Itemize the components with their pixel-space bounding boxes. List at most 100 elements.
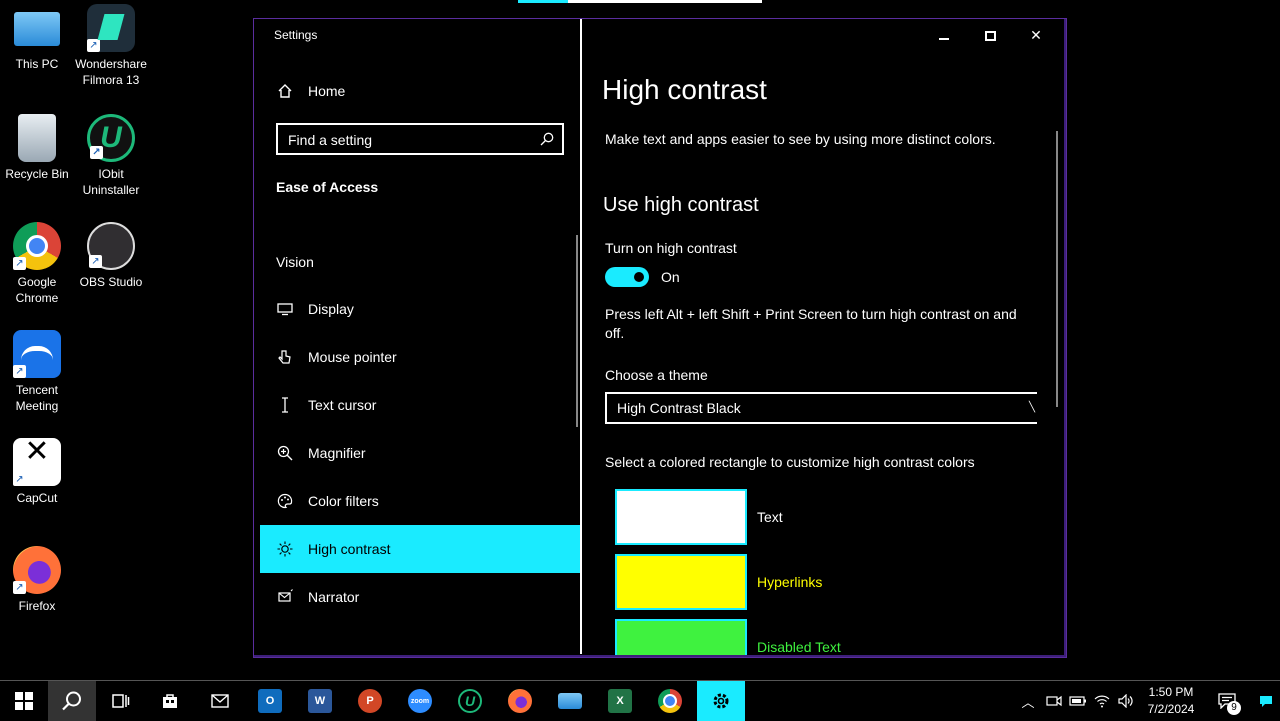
taskbar-store[interactable] <box>146 681 194 721</box>
tray-network[interactable] <box>1090 681 1114 721</box>
store-icon <box>158 689 182 713</box>
settings-content: High contrast Make text and apps easier … <box>582 19 1066 655</box>
desktop-icon-recycle-bin[interactable]: Recycle Bin <box>0 114 74 182</box>
desktop-icon-chrome[interactable]: ↗ Google Chrome <box>0 222 74 306</box>
hyperlinks-color-swatch[interactable] <box>615 554 747 610</box>
page-description: Make text and apps easier to see by usin… <box>605 131 996 147</box>
desktop-icon-label: Firefox <box>18 599 56 613</box>
desktop-icon-tencent-meeting[interactable]: ↗ Tencent Meeting <box>0 330 74 414</box>
search-input[interactable] <box>286 129 530 151</box>
search-icon <box>538 130 556 148</box>
taskbar-clock[interactable]: 1:50 PM 7/2/2024 <box>1140 684 1202 718</box>
swatch-row-text[interactable]: Text <box>615 489 783 545</box>
desktop-icon-firefox[interactable]: ↗ Firefox <box>0 546 74 614</box>
taskbar-word[interactable]: W <box>296 681 344 721</box>
desktop-icon-label: CapCut <box>16 491 58 505</box>
text-cursor-icon <box>276 396 294 414</box>
taskbar-search-button[interactable] <box>48 681 96 721</box>
start-button[interactable] <box>0 681 48 721</box>
tray-volume[interactable] <box>1114 681 1138 721</box>
word-icon: W <box>308 689 332 713</box>
obs-icon: ↗ <box>87 222 135 270</box>
text-color-swatch[interactable] <box>615 489 747 545</box>
nav-section-title: Ease of Access <box>276 179 379 195</box>
desktop-icon-iobit[interactable]: U ↗ IObit Uninstaller <box>74 114 148 198</box>
task-view-icon <box>112 694 130 708</box>
swatches-label: Select a colored rectangle to customize … <box>605 454 975 470</box>
taskbar-excel[interactable]: X <box>596 681 644 721</box>
background-window-edge <box>518 0 762 3</box>
taskbar-network-app[interactable] <box>546 681 594 721</box>
taskbar-chrome[interactable] <box>646 681 694 721</box>
taskbar-powerpoint[interactable]: P <box>346 681 394 721</box>
settings-icon <box>713 693 729 709</box>
section-title: Use high contrast <box>603 194 759 216</box>
show-desktop-button[interactable] <box>1256 681 1276 721</box>
iobit-icon: U ↗ <box>87 114 135 162</box>
swatch-label: Text <box>757 509 783 525</box>
zoom-icon: zoom <box>408 689 432 713</box>
meet-now-icon <box>1046 695 1062 707</box>
taskbar-mail[interactable] <box>196 681 244 721</box>
tray-battery[interactable] <box>1066 681 1090 721</box>
sidebar-item-mouse-pointer[interactable]: Mouse pointer <box>260 333 580 381</box>
chat-icon <box>1260 696 1272 707</box>
desktop-icon-label: Wondershare Filmora 13 <box>75 57 147 87</box>
nav-home-label: Home <box>308 83 346 99</box>
sidebar-item-magnifier[interactable]: Magnifier <box>260 429 580 477</box>
tray-meet[interactable] <box>1042 681 1066 721</box>
chevron-up-icon: ︿ <box>1021 694 1035 710</box>
desktop-icon-filmora[interactable]: ↗ Wondershare Filmora 13 <box>74 4 148 88</box>
clock-date: 7/2/2024 <box>1147 702 1195 716</box>
sidebar-item-label: Narrator <box>308 589 360 605</box>
swatch-row-hyperlinks[interactable]: Hyperlinks <box>615 554 822 610</box>
content-scrollbar[interactable] <box>1056 131 1058 407</box>
sidebar-item-label: Display <box>308 301 354 317</box>
disabled-text-color-swatch[interactable] <box>615 619 747 655</box>
start-icon <box>15 692 33 710</box>
desktop-icon-label: Tencent Meeting <box>15 383 59 413</box>
sidebar-item-narrator[interactable]: Narrator <box>260 573 580 621</box>
this-pc-icon <box>14 12 60 46</box>
taskbar-zoom[interactable]: zoom <box>396 681 444 721</box>
mouse-pointer-icon <box>276 348 294 366</box>
theme-dropdown[interactable]: High Contrast Black ╲ <box>605 392 1037 424</box>
taskbar-firefox[interactable] <box>496 681 544 721</box>
task-view-button[interactable] <box>96 681 144 721</box>
desktop-icon-label: Recycle Bin <box>5 167 69 181</box>
nav-home[interactable]: Home <box>276 82 345 100</box>
taskbar-outlook[interactable]: O <box>246 681 294 721</box>
sidebar-item-display[interactable]: Display <box>260 285 580 333</box>
outlook-icon: O <box>258 689 282 713</box>
color-filters-icon <box>276 492 294 510</box>
desktop-icon-capcut[interactable]: ↗ CapCut <box>0 438 74 506</box>
taskbar-settings[interactable] <box>697 681 745 721</box>
show-hidden-icons-button[interactable]: ︿ <box>1016 681 1040 721</box>
desktop-icon-this-pc[interactable]: This PC <box>0 4 74 72</box>
home-icon <box>276 82 294 100</box>
firefox-icon <box>508 689 532 713</box>
sidebar-item-text-cursor[interactable]: Text cursor <box>260 381 580 429</box>
volume-icon <box>1118 694 1133 708</box>
search-box[interactable] <box>276 123 564 155</box>
sidebar-item-label: Magnifier <box>308 445 366 461</box>
toggle-state-label: On <box>661 269 680 285</box>
desktop-icon-obs[interactable]: ↗ OBS Studio <box>74 222 148 290</box>
search-icon <box>62 691 81 711</box>
sidebar-item-high-contrast[interactable]: High contrast <box>260 525 580 573</box>
sidebar-item-label: Text cursor <box>308 397 377 413</box>
excel-icon: X <box>608 689 632 713</box>
high-contrast-toggle[interactable] <box>605 267 649 287</box>
iobit-icon: U <box>458 689 482 713</box>
narrator-icon <box>276 588 294 606</box>
shortcut-hint: Press left Alt + left Shift + Print Scre… <box>605 306 1017 341</box>
settings-sidebar: Home Ease of Access Vision Display Mouse… <box>254 19 580 655</box>
swatch-row-disabled-text[interactable]: Disabled Text <box>615 619 841 655</box>
powerpoint-icon: P <box>358 689 382 713</box>
desktop-icon-label: Google Chrome <box>15 275 59 305</box>
filmora-icon: ↗ <box>87 4 135 52</box>
clock-time: 1:50 PM <box>1148 685 1194 699</box>
theme-dropdown-value: High Contrast Black <box>617 400 741 416</box>
sidebar-item-color-filters[interactable]: Color filters <box>260 477 580 525</box>
taskbar-iobit[interactable]: U <box>446 681 494 721</box>
